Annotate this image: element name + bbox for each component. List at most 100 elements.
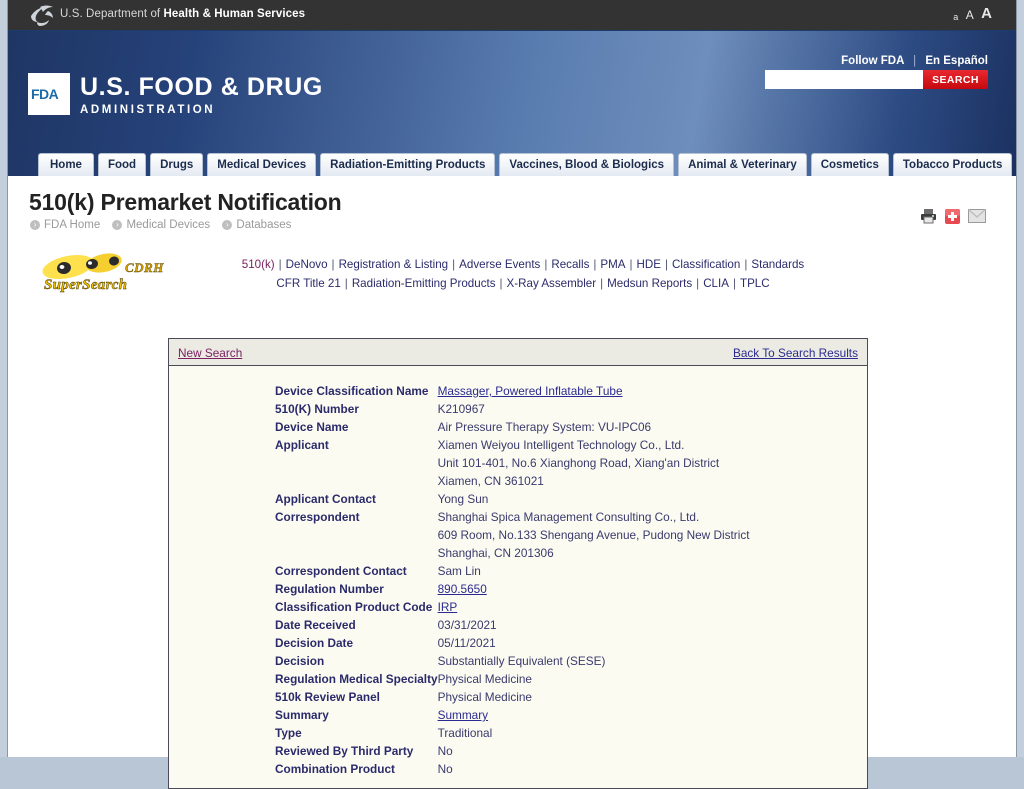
db-link-tplc[interactable]: TPLC — [740, 277, 770, 290]
search-input[interactable] — [765, 70, 923, 89]
field-label: Applicant Contact — [275, 492, 376, 506]
field-value: Sam Lin — [437, 564, 481, 578]
field-value: Yong Sun — [437, 492, 489, 506]
follow-fda-link[interactable]: Follow FDA — [841, 55, 904, 67]
table-row: 510k Review Panel Physical Medicine — [169, 688, 867, 706]
db-link-recalls[interactable]: Recalls — [551, 258, 589, 271]
field-label: Regulation Medical Specialty — [275, 672, 438, 686]
en-espanol-link[interactable]: En Español — [925, 55, 988, 67]
field-value: Air Pressure Therapy System: VU-IPC06 — [437, 420, 652, 434]
field-value: 05/11/2021 — [437, 636, 496, 650]
db-link-clia[interactable]: CLIA — [703, 277, 729, 290]
field-value: Physical Medicine — [437, 690, 532, 704]
browser-viewport: U.S. Department of Health & Human Servic… — [0, 0, 1024, 789]
field-label: Device Classification Name — [275, 384, 429, 398]
db-link-cfr-title-21[interactable]: CFR Title 21 — [276, 277, 340, 290]
database-links-row-2: CFR Title 21 | Radiation-Emitting Products… — [276, 277, 770, 290]
field-label: Date Received — [275, 618, 356, 632]
back-to-search-results-link[interactable]: Back To Search Results — [733, 346, 858, 360]
fda-wordmark-line2: ADMINISTRATION — [80, 104, 216, 116]
address-line: Shanghai, CN 201306 — [437, 546, 554, 560]
fda-wordmark-line1: U.S. FOOD & DRUG — [80, 73, 323, 101]
font-size-controls[interactable]: a A A — [950, 4, 992, 22]
print-icon[interactable] — [920, 208, 937, 229]
email-envelope-icon[interactable] — [968, 208, 986, 228]
search-button[interactable]: SEARCH — [923, 70, 988, 89]
field-value: K210967 — [437, 402, 485, 416]
field-label: Decision — [275, 654, 325, 668]
table-row: Device Classification Name Massager, Pow… — [169, 382, 867, 400]
field-label: Correspondent — [275, 510, 360, 524]
tab-radiation-emitting-products[interactable]: Radiation-Emitting Products — [320, 153, 496, 176]
db-link-xray-assembler[interactable]: X-Ray Assembler — [507, 277, 597, 290]
address-line: Xiamen, CN 361021 — [437, 474, 544, 488]
device-classification-name-link[interactable]: Massager, Powered Inflatable Tube — [438, 384, 623, 398]
table-row: Device Name Air Pressure Therapy System:… — [169, 418, 867, 436]
breadcrumb: › FDA Home › Medical Devices › Databases — [30, 219, 300, 231]
tab-cosmetics[interactable]: Cosmetics — [810, 153, 889, 176]
field-value: 03/31/2021 — [437, 618, 497, 632]
tab-tobacco-products[interactable]: Tobacco Products — [892, 153, 1013, 176]
breadcrumb-item-medical-devices[interactable]: › Medical Devices — [112, 219, 210, 231]
field-label: Correspondent Contact — [275, 564, 407, 578]
summary-link[interactable]: Summary — [438, 708, 488, 722]
database-links-row-1: 510(k) | DeNovo | Registration & Listing | Adv… — [241, 258, 805, 271]
fda-logo-icon[interactable]: FDA — [28, 73, 70, 115]
table-row: Regulation Medical Specialty Physical Me… — [169, 670, 867, 688]
primary-nav-tabs: Home Food Drugs Medical Devices Radiatio… — [38, 148, 1013, 176]
table-row: Regulation Number 890.5650 — [169, 580, 867, 598]
field-value: Traditional — [437, 726, 493, 740]
regulation-number-link[interactable]: 890.5650 — [438, 582, 487, 596]
table-row: Classification Product Code IRP — [169, 598, 867, 616]
breadcrumb-item-databases[interactable]: › Databases — [222, 219, 291, 231]
db-link-510k[interactable]: 510(k) — [242, 258, 275, 271]
address-line: 609 Room, No.133 Shengang Avenue, Pudong… — [437, 528, 750, 542]
db-link-classification[interactable]: Classification — [672, 258, 740, 271]
table-row: Correspondent Contact Sam Lin — [169, 562, 867, 580]
database-links: 510(k) | DeNovo | Registration & Listing | Adv… — [198, 255, 848, 293]
font-size-medium-button[interactable]: A — [966, 8, 974, 22]
address-line: Shanghai Spica Management Consulting Co.… — [437, 510, 700, 524]
link-separator: | — [913, 55, 917, 67]
hhs-top-bar: U.S. Department of Health & Human Servic… — [8, 0, 1016, 31]
field-label: 510k Review Panel — [275, 690, 380, 704]
font-size-large-button[interactable]: A — [981, 5, 992, 22]
db-link-standards[interactable]: Standards — [751, 258, 804, 271]
font-size-small-button[interactable]: a — [953, 12, 958, 22]
tab-home[interactable]: Home — [38, 153, 94, 176]
address-line: Unit 101-401, No.6 Xianghong Road, Xiang… — [437, 456, 720, 470]
table-row: Type Traditional — [169, 724, 867, 742]
cdrh-supersearch-logo[interactable]: CDRH SuperSearch — [40, 251, 180, 299]
table-row: Date Received 03/31/2021 — [169, 616, 867, 634]
field-value: Massager, Powered Inflatable Tube — [438, 382, 867, 400]
db-link-pma[interactable]: PMA — [600, 258, 625, 271]
table-row: Reviewed By Third Party No — [169, 742, 867, 760]
db-link-denovo[interactable]: DeNovo — [286, 258, 328, 271]
tab-medical-devices[interactable]: Medical Devices — [207, 153, 317, 176]
tab-drugs[interactable]: Drugs — [150, 153, 204, 176]
breadcrumb-item-fda-home[interactable]: › FDA Home — [30, 219, 100, 231]
record-panel-body: Device Classification Name Massager, Pow… — [169, 366, 867, 788]
field-value: Xiamen Weiyou Intelligent Technology Co.… — [438, 436, 867, 490]
svg-text:FDA: FDA — [31, 86, 59, 102]
table-row: Applicant Contact Yong Sun — [169, 490, 867, 508]
chevron-right-icon: › — [112, 220, 123, 230]
db-link-adverse-events[interactable]: Adverse Events — [459, 258, 540, 271]
tab-food[interactable]: Food — [97, 153, 147, 176]
new-search-link[interactable]: New Search — [178, 346, 242, 360]
tab-animal-veterinary[interactable]: Animal & Veterinary — [678, 153, 807, 176]
db-link-radiation-emitting-products[interactable]: Radiation-Emitting Products — [352, 277, 496, 290]
field-value: Physical Medicine — [437, 672, 532, 686]
db-link-hde[interactable]: HDE — [637, 258, 661, 271]
field-value: IRP — [438, 598, 867, 616]
share-plus-icon[interactable] — [945, 208, 960, 229]
db-link-registration-listing[interactable]: Registration & Listing — [339, 258, 449, 271]
record-fields-table: Device Classification Name Massager, Pow… — [169, 382, 867, 778]
table-row: Decision Date 05/11/2021 — [169, 634, 867, 652]
record-panel: New Search Back To Search Results Device… — [168, 338, 868, 789]
field-value: No — [437, 744, 453, 758]
site-search: SEARCH — [765, 70, 988, 89]
product-code-link[interactable]: IRP — [438, 600, 458, 614]
tab-vaccines-blood-biologics[interactable]: Vaccines, Blood & Biologics — [499, 153, 675, 176]
db-link-medsun-reports[interactable]: Medsun Reports — [607, 277, 692, 290]
